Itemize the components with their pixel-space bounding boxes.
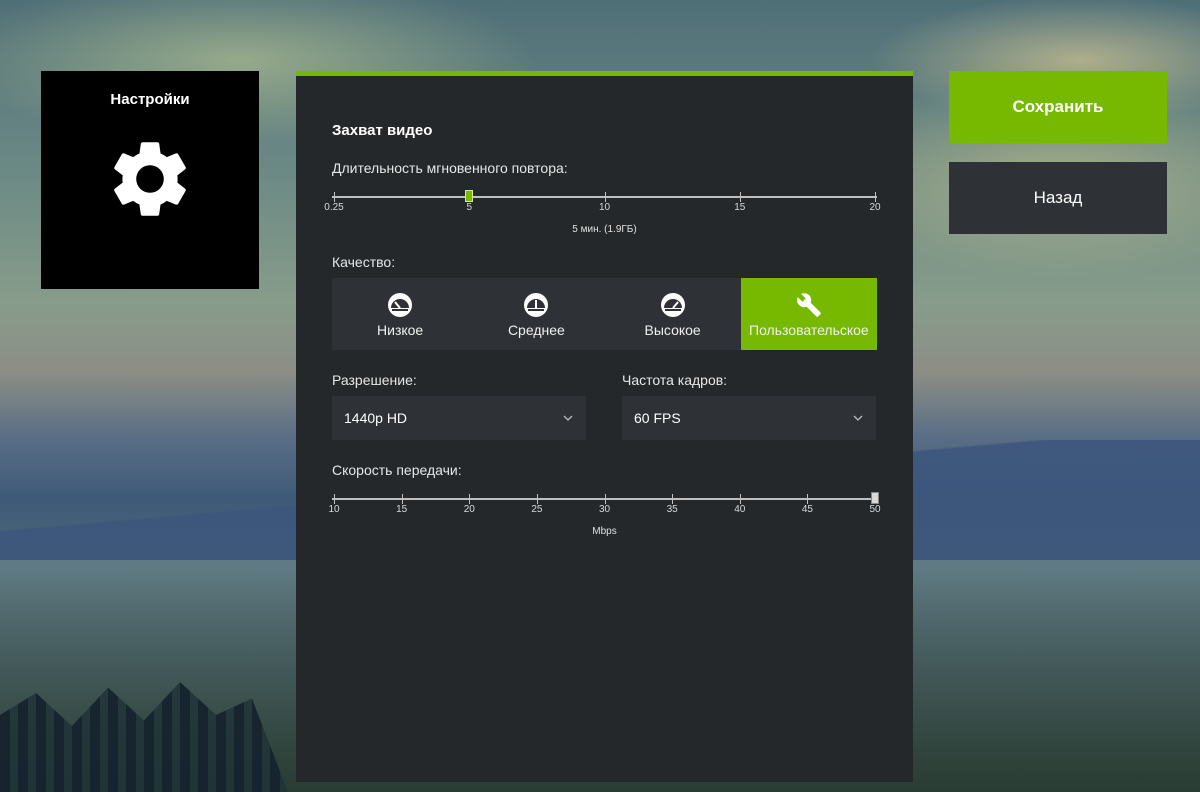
resolution-dropdown[interactable]: 1440p HD bbox=[332, 396, 586, 440]
slider-tick-label: 35 bbox=[666, 504, 678, 515]
resolution-label: Разрешение: bbox=[332, 372, 417, 388]
quality-option-label: Пользовательское bbox=[749, 322, 869, 338]
slider-tick-label: 10 bbox=[598, 202, 611, 213]
quality-option-label: Высокое bbox=[644, 322, 701, 338]
quality-option-label: Низкое bbox=[377, 322, 424, 338]
slider-tick bbox=[739, 494, 741, 504]
video-capture-panel: Захват видео Длительность мгновенного по… bbox=[296, 71, 913, 782]
bitrate-label: Скорость передачи: bbox=[332, 462, 462, 478]
slider-tick-label: 30 bbox=[598, 504, 611, 515]
slider-tick bbox=[739, 192, 741, 202]
resolution-value: 1440p HD bbox=[344, 410, 408, 426]
slider-tick bbox=[875, 192, 876, 202]
slider-tick-label: 10 bbox=[328, 504, 340, 515]
slider-tick-label: 5 bbox=[466, 202, 473, 213]
slider-tick bbox=[469, 494, 471, 504]
replay-length-slider[interactable]: 5 мин. (1.9ГБ) 0.25 5 10 15 20 bbox=[324, 188, 881, 238]
slider-tick bbox=[807, 494, 809, 504]
save-button[interactable]: Сохранить bbox=[949, 71, 1167, 143]
framerate-label: Частота кадров: bbox=[622, 372, 728, 388]
quality-option-label: Среднее bbox=[507, 322, 565, 338]
settings-tile: Настройки bbox=[41, 71, 259, 289]
slider-tick bbox=[334, 192, 335, 202]
slider-thumb[interactable] bbox=[871, 492, 879, 504]
replay-slider-caption: 5 мин. (1.9ГБ) bbox=[572, 224, 637, 235]
quality-selector: Низкое Среднее Высокое Пользовательское bbox=[332, 278, 877, 350]
slider-tick-label: 0.25 bbox=[324, 202, 344, 213]
slider-thumb[interactable] bbox=[465, 190, 474, 202]
back-button[interactable]: Назад bbox=[949, 162, 1167, 234]
framerate-value: 60 FPS bbox=[634, 410, 681, 426]
replay-label: Длительность мгновенного повтора: bbox=[332, 160, 568, 176]
settings-tile-title: Настройки bbox=[110, 91, 190, 108]
slider-tick-label: 50 bbox=[869, 504, 881, 515]
framerate-dropdown[interactable]: 60 FPS bbox=[622, 396, 876, 440]
quality-option-low[interactable]: Низкое bbox=[332, 278, 469, 350]
slider-tick-label: 15 bbox=[734, 202, 746, 213]
slider-tick-label: 20 bbox=[869, 202, 881, 213]
slider-tick-label: 25 bbox=[531, 504, 543, 515]
bitrate-slider-caption: Mbps bbox=[592, 526, 617, 537]
wrench-icon bbox=[796, 293, 821, 317]
slider-tick-label: 20 bbox=[463, 504, 475, 515]
slider-tick-label: 40 bbox=[734, 504, 746, 515]
quality-option-high[interactable]: Высокое bbox=[604, 278, 741, 350]
gear-icon bbox=[114, 142, 186, 216]
bitrate-slider[interactable]: Mbps 10 15 20 25 30 35 40 45 50 bbox=[328, 490, 881, 540]
slider-tick-label: 15 bbox=[396, 504, 408, 515]
chevron-down-icon bbox=[563, 415, 573, 421]
slider-tick bbox=[604, 192, 606, 202]
quality-option-medium[interactable]: Среднее bbox=[468, 278, 605, 350]
gauge-medium-icon bbox=[524, 293, 549, 317]
slider-tick bbox=[604, 494, 606, 504]
slider-tick bbox=[401, 494, 403, 504]
section-title: Захват видео bbox=[332, 122, 433, 139]
slider-tick bbox=[672, 494, 674, 504]
gauge-low-icon bbox=[388, 293, 413, 317]
chevron-down-icon bbox=[853, 415, 863, 421]
slider-tick-label: 45 bbox=[801, 504, 813, 515]
slider-tick bbox=[536, 494, 538, 504]
quality-option-custom[interactable]: Пользовательское bbox=[740, 278, 877, 350]
slider-tick bbox=[334, 494, 335, 504]
gauge-high-icon bbox=[660, 293, 685, 317]
quality-label: Качество: bbox=[332, 254, 396, 270]
